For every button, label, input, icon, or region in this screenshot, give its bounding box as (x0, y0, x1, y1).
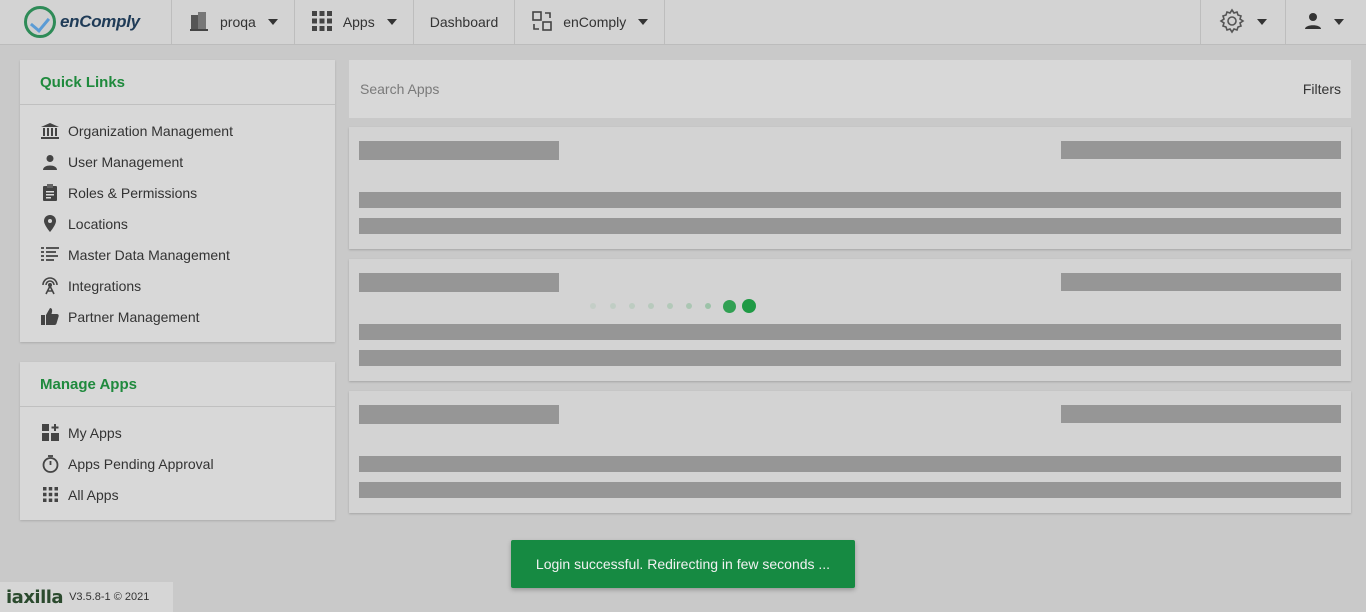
quick-link-label: Roles & Permissions (68, 184, 198, 201)
manage-apps-pending-approval[interactable]: Apps Pending Approval (40, 448, 335, 479)
quick-link-organization-management[interactable]: Organization Management (40, 115, 335, 146)
quick-link-label: Locations (68, 215, 128, 232)
quick-link-integrations[interactable]: Integrations (40, 270, 335, 301)
dashboard-label: Dashboard (429, 14, 499, 30)
skeleton-line (359, 482, 1341, 498)
app-card-skeleton (349, 127, 1351, 249)
quick-link-label: User Management (68, 153, 184, 170)
skeleton-title (359, 405, 559, 424)
quick-link-master-data-management[interactable]: Master Data Management (40, 239, 335, 270)
manage-apps-title: Manage Apps (20, 362, 335, 407)
quick-link-label: Integrations (68, 277, 142, 294)
app-search-bar: Filters (349, 60, 1351, 118)
login-success-toast: Login successful. Redirecting in few sec… (511, 540, 855, 588)
chevron-down-icon (386, 19, 397, 25)
skeleton-line (359, 456, 1341, 472)
skeleton-line (359, 324, 1341, 340)
manage-apps-panel: Manage Apps My Apps Apps Pending Approva… (20, 362, 335, 520)
apps-plus-icon (40, 424, 60, 441)
skeleton-meta (1061, 141, 1341, 159)
manage-apps-label: All Apps (68, 486, 119, 503)
manage-apps-all-apps[interactable]: All Apps (40, 479, 335, 510)
user-icon (1304, 12, 1322, 33)
clipboard-icon (40, 184, 60, 201)
settings-menu[interactable] (1200, 0, 1285, 44)
grid-icon (311, 10, 333, 35)
data-list-icon (40, 246, 60, 263)
building-icon (188, 10, 210, 35)
quick-link-label: Partner Management (68, 308, 200, 325)
top-navbar: enComply proqa Apps Dashboard enComply (0, 0, 1366, 45)
quick-link-label: Organization Management (68, 122, 233, 139)
skeleton-line (359, 192, 1341, 208)
version-text: V3.5.8-1 © 2021 (69, 591, 150, 603)
product-name: enComply (563, 14, 627, 30)
loading-spinner (590, 298, 756, 314)
map-pin-icon (40, 215, 60, 232)
quick-link-roles-permissions[interactable]: Roles & Permissions (40, 177, 335, 208)
user-icon (40, 154, 60, 170)
encomply-logo-icon (24, 6, 56, 38)
quick-link-partner-management[interactable]: Partner Management (40, 301, 335, 332)
quick-link-label: Master Data Management (68, 246, 230, 263)
manage-apps-label: My Apps (68, 424, 122, 441)
skeleton-line (359, 350, 1341, 366)
apps-menu[interactable]: Apps (295, 0, 414, 44)
chevron-down-icon (267, 19, 278, 25)
quick-links-panel: Quick Links Organization Management User… (20, 60, 335, 342)
skeleton-title (359, 141, 559, 160)
app-card-skeleton (349, 259, 1351, 381)
chevron-down-icon (1257, 19, 1267, 25)
org-name: proqa (220, 14, 256, 30)
skeleton-meta (1061, 405, 1341, 423)
quick-links-title: Quick Links (20, 60, 335, 105)
brand-logo-link[interactable]: enComply (0, 0, 172, 44)
switch-app-icon (531, 10, 553, 35)
skeleton-meta (1061, 273, 1341, 291)
chevron-down-icon (1334, 19, 1344, 25)
quick-link-locations[interactable]: Locations (40, 208, 335, 239)
brand-name: enComply (60, 12, 140, 31)
app-card-skeleton (349, 391, 1351, 513)
gear-icon (1219, 8, 1245, 37)
stopwatch-icon (40, 454, 60, 473)
chevron-down-icon (638, 19, 649, 25)
org-switcher[interactable]: proqa (172, 0, 295, 44)
apps-label: Apps (342, 14, 375, 30)
user-menu[interactable] (1285, 0, 1366, 44)
footer-badge: iaxilla V3.5.8-1 © 2021 (0, 582, 173, 612)
dashboard-link[interactable]: Dashboard (414, 0, 516, 44)
skeleton-title (359, 273, 559, 292)
bank-icon (40, 122, 60, 139)
grid-icon (40, 487, 60, 502)
product-switcher[interactable]: enComply (515, 0, 666, 44)
filters-button[interactable]: Filters (1303, 81, 1341, 97)
toast-message: Login successful. Redirecting in few sec… (535, 556, 831, 572)
manage-apps-my-apps[interactable]: My Apps (40, 417, 335, 448)
quick-link-user-management[interactable]: User Management (40, 146, 335, 177)
thumbs-up-icon (40, 308, 60, 325)
antenna-icon (40, 276, 60, 295)
manage-apps-label: Apps Pending Approval (68, 455, 214, 472)
iaxilla-logo: iaxilla (6, 586, 64, 608)
skeleton-line (359, 218, 1341, 234)
search-apps-input[interactable] (360, 81, 960, 97)
